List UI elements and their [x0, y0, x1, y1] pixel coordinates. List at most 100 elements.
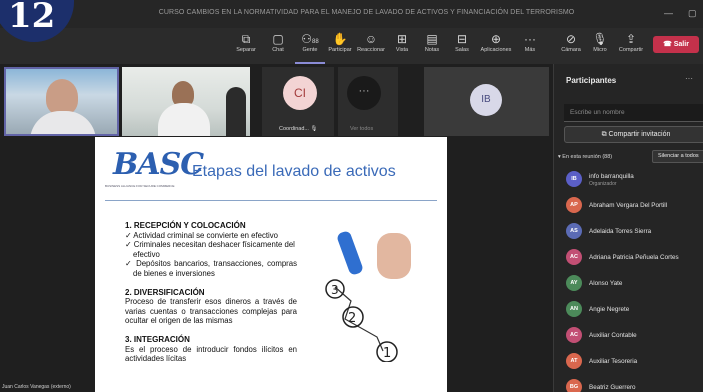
basc-logo: BASC [113, 147, 204, 182]
apps-label: Aplicaciones [480, 47, 512, 53]
leave-button[interactable]: ☎ Salir [653, 36, 699, 53]
separate-button[interactable]: ⧉ Separar [231, 31, 261, 53]
share-label: Compartir [618, 47, 644, 53]
panel-more-icon[interactable]: ··· [685, 74, 693, 83]
video-tile-others[interactable]: ··· Ver todos [338, 67, 398, 136]
phone-icon: ☎ [663, 41, 672, 48]
bullet-1: ✓ Actividad criminal se convierte en efe… [125, 230, 279, 240]
apps-button[interactable]: ⊕ Aplicaciones [477, 31, 515, 53]
share-invite-icon: ⧉ [601, 131, 607, 138]
participant-avatar: AP [566, 197, 582, 213]
section-diversification: 2. DIVERSIFICACIÓN [125, 287, 205, 297]
section-integration: 3. INTEGRACIÓN [125, 334, 190, 344]
bullet-1-text: Actividad criminal se convierte en efect… [133, 230, 279, 240]
people-icon: ⚇88 [301, 32, 319, 46]
notes-icon: ▤ [426, 32, 438, 46]
react-icon: ☺ [364, 32, 378, 46]
participant-avatar: AC [566, 249, 582, 265]
presenter-name: Juan Carlos Vanegas (externo) [2, 384, 71, 390]
camera-label: Cámara [561, 47, 581, 53]
bullet-2: ✓ Criminales necesitan deshacer físicame… [125, 240, 295, 259]
chevron-down-icon: ▾ [558, 154, 561, 160]
video-tile-participant[interactable] [122, 67, 250, 136]
minimize-button[interactable]: — [664, 8, 673, 18]
mic-label: Micro [593, 47, 607, 53]
video-tile-coordinator[interactable]: CI Coordinad... 🎙 [262, 67, 334, 136]
restore-button[interactable]: ▢ [688, 8, 697, 19]
raise-hand-button[interactable]: ✋ Participar [326, 31, 354, 53]
participant-avatar: AT [566, 353, 582, 369]
coordinator-avatar: CI [283, 76, 317, 110]
section-reception: 1. RECEPCIÓN Y COLOCACIÓN [125, 221, 246, 230]
participant-item[interactable]: AN Angie Negrete [564, 299, 703, 321]
slide-title: Etapas del lavado de activos [192, 163, 396, 180]
chat-button[interactable]: ▢ Chat [263, 31, 293, 53]
participant-item[interactable]: AT Auxiliar Tesoreria [564, 351, 703, 373]
meeting-toolbar: ⧉ Separar ▢ Chat ⚇88 Gente ✋ Participar … [0, 28, 703, 64]
shared-slide: BASC BUSINESS ALLIANCE FOR SECURE COMMER… [95, 137, 447, 392]
background-person [226, 87, 246, 136]
apps-icon: ⊕ [490, 32, 502, 46]
participant-item[interactable]: AC Auxiliar Contable [564, 325, 703, 347]
participant-name: Adelaida Torres Sierra [589, 228, 652, 235]
participant-name: Beatriz Guerrero [589, 384, 636, 391]
participant-item[interactable]: AS Adelaida Torres Sierra [564, 221, 703, 243]
rooms-button[interactable]: ⊟ Salas [450, 31, 474, 53]
raise-hand-icon: ✋ [332, 32, 348, 46]
participant-search-input[interactable] [564, 104, 703, 122]
separate-label: Separar [236, 47, 256, 53]
view-button[interactable]: ⊞ Vista [390, 31, 414, 53]
participant-item[interactable]: AY Alonso Yate [564, 273, 703, 295]
people-button[interactable]: ⚇88 Gente [295, 31, 325, 64]
step-number-2: 2 [348, 311, 356, 326]
participant-name: Auxiliar Contable [589, 332, 637, 339]
notes-button[interactable]: ▤ Notas [420, 31, 444, 53]
raise-hand-label: Participar [328, 47, 352, 53]
react-button[interactable]: ☺ Reaccionar [355, 31, 387, 53]
slide-divider [105, 200, 437, 201]
people-label: Gente [302, 47, 318, 53]
camera-off-icon: ⊘ [565, 32, 577, 46]
bullet-3-text: Depósitos bancarios, transacciones, comp… [133, 259, 297, 278]
in-meeting-label: En esta reunión (88) [562, 154, 613, 160]
participant-name: info barranquilla [589, 173, 634, 180]
participant-item[interactable]: IB info barranquilla Organizador [564, 169, 703, 191]
notes-label: Notas [424, 47, 440, 53]
share-invite-label: Compartir invitación [608, 131, 671, 138]
participant-item[interactable]: BG Beatriz Guerrero [564, 377, 703, 392]
integration-text: Es el proceso de introducir fondos ilíci… [125, 344, 297, 364]
hand-icon [377, 233, 411, 279]
video-tile-presenter[interactable] [4, 67, 119, 136]
participant-name: Auxiliar Tesoreria [589, 358, 638, 365]
participant-name: Angie Negrete [589, 306, 630, 313]
coordinator-name: Coordinad... 🎙 [279, 126, 317, 132]
badge-number: 12 [8, 0, 56, 36]
more-label: Más [524, 47, 536, 53]
participant-name: Abraham Vergara Del Portill [589, 202, 668, 209]
step-number-3: 3 [331, 283, 339, 297]
mic-button[interactable]: 🎙 Micro [589, 31, 611, 53]
participant-avatar: IB [566, 171, 582, 187]
participant-name: Alonso Yate [589, 280, 623, 287]
participant-item[interactable]: AC Adriana Patricia Peñuela Cortes [564, 247, 703, 269]
step-number-1: 1 [383, 346, 391, 361]
participant-role: Organizador [589, 181, 617, 187]
rooms-icon: ⊟ [456, 32, 468, 46]
view-all-label: Ver todos [350, 126, 374, 132]
participant-item[interactable]: AP Abraham Vergara Del Portill [564, 195, 703, 217]
video-tile-ib[interactable]: IB [424, 67, 549, 136]
camera-button[interactable]: ⊘ Cámara [558, 31, 584, 53]
participant-name: Adriana Patricia Peñuela Cortes [589, 254, 679, 261]
share-button[interactable]: ⇪ Compartir [614, 31, 648, 53]
in-meeting-section[interactable]: ▾ En esta reunión (88) [558, 154, 612, 160]
more-button[interactable]: ··· Más [519, 31, 541, 53]
chat-label: Chat [272, 47, 284, 53]
share-invite-button[interactable]: ⧉ Compartir invitación [564, 126, 703, 143]
bullet-2-text: Criminales necesitan deshacer físicament… [133, 240, 295, 259]
participants-panel: Participantes ··· ⧉ Compartir invitación… [553, 64, 703, 392]
leave-label: Salir [673, 41, 689, 48]
presenter-face [46, 79, 78, 115]
mute-all-button[interactable]: Silenciar a todos [652, 150, 703, 163]
diversification-text: Proceso de transferir esos dineros a tra… [125, 297, 297, 326]
title-bar: CURSO CAMBIOS EN LA NORMATIVIDAD PARA EL… [0, 0, 703, 28]
